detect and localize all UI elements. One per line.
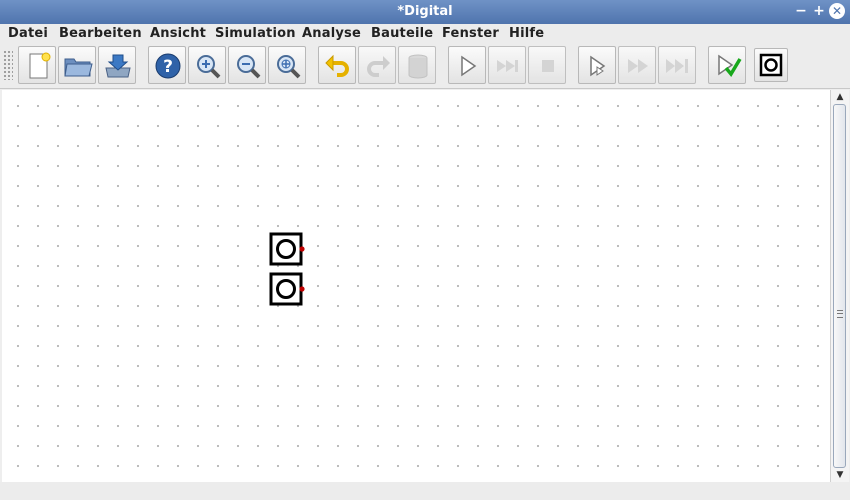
clock-input-component[interactable] [269, 272, 307, 312]
run-tests-button[interactable] [708, 46, 746, 84]
vertical-scrollbar[interactable]: ▲ ▼ [830, 90, 849, 482]
delete-button[interactable] [398, 46, 436, 84]
toolbar: ? [0, 44, 850, 89]
start-simulation-button[interactable] [448, 46, 486, 84]
minimize-button[interactable]: − [793, 3, 809, 19]
help-button[interactable]: ? [148, 46, 186, 84]
zoom-in-button[interactable] [188, 46, 226, 84]
menu-bearbeiten[interactable]: Bearbeiten [59, 26, 142, 41]
toolbar-grip[interactable] [3, 50, 13, 80]
title-bar: *Digital − + ✕ [0, 0, 850, 24]
stop-button[interactable] [528, 46, 566, 84]
micro-step-button[interactable] [618, 46, 656, 84]
menu-fenster[interactable]: Fenster [442, 26, 499, 41]
circuit-canvas[interactable] [2, 90, 830, 482]
save-button[interactable] [98, 46, 136, 84]
scrollbar-thumb[interactable] [833, 104, 846, 468]
zoom-out-button[interactable] [228, 46, 266, 84]
open-button[interactable] [58, 46, 96, 84]
menu-ansicht[interactable]: Ansicht [150, 26, 206, 41]
new-file-button[interactable] [18, 46, 56, 84]
menu-simulation[interactable]: Simulation [215, 26, 296, 41]
menu-analyse[interactable]: Analyse [302, 26, 361, 41]
zoom-fit-button[interactable] [268, 46, 306, 84]
maximize-button[interactable]: + [811, 3, 827, 19]
scrollbar-grip-icon [837, 310, 843, 318]
redo-button[interactable] [358, 46, 396, 84]
undo-button[interactable] [318, 46, 356, 84]
run-to-break-button[interactable] [658, 46, 696, 84]
clock-input-component[interactable] [269, 232, 307, 272]
menu-bauteile[interactable]: Bauteile [371, 26, 433, 41]
start-micro-step-button[interactable] [578, 46, 616, 84]
status-bar [0, 482, 850, 500]
window-title: *Digital [397, 4, 453, 19]
component-button[interactable] [754, 48, 788, 82]
menu-datei[interactable]: Datei [8, 26, 48, 41]
menu-bar: Datei Bearbeiten Ansicht Simulation Anal… [0, 24, 850, 44]
clock-input-icon [269, 232, 307, 272]
step-forward-button[interactable] [488, 46, 526, 84]
svg-text:?: ? [163, 57, 173, 77]
menu-hilfe[interactable]: Hilfe [509, 26, 544, 41]
close-button[interactable]: ✕ [829, 3, 845, 19]
scroll-down-arrow-icon[interactable]: ▼ [831, 468, 849, 482]
clock-input-icon [269, 272, 307, 312]
scroll-up-arrow-icon[interactable]: ▲ [831, 90, 849, 104]
